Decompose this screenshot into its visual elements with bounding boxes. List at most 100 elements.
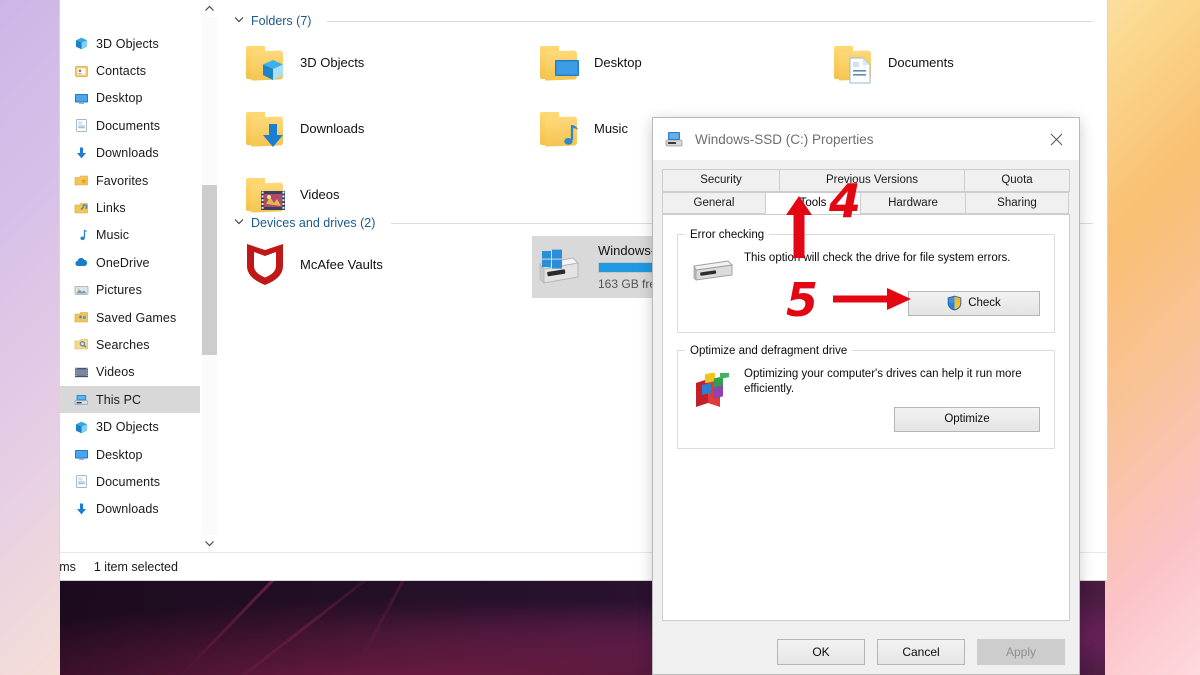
folder-tile[interactable]: Documents xyxy=(826,34,1107,90)
tab-sharing[interactable]: Sharing xyxy=(965,191,1069,214)
sidebar-item-label: 3D Objects xyxy=(96,36,159,51)
scrollbar-thumb[interactable] xyxy=(202,185,217,355)
folder-tile-label: Documents xyxy=(888,54,954,70)
folder-tile[interactable]: Videos xyxy=(238,166,528,222)
sidebar-item-label: Documents xyxy=(96,474,161,489)
sidebar-item-documents[interactable]: Documents xyxy=(60,468,200,495)
sidebar-item-saved-games[interactable]: Saved Games xyxy=(60,304,200,331)
folder-downloads-icon xyxy=(244,109,288,147)
chevron-down-icon[interactable] xyxy=(234,16,244,26)
optimize-button-label: Optimize xyxy=(944,413,990,425)
sidebar-item-label: Contacts xyxy=(96,64,147,79)
optimize-description: Optimizing your computer's drives can he… xyxy=(744,367,1022,395)
check-button-label: Check xyxy=(968,297,1001,309)
check-button[interactable]: Check xyxy=(908,290,1040,316)
sidebar-item-desktop[interactable]: Desktop xyxy=(60,441,200,468)
contacts-icon xyxy=(74,64,89,79)
sidebar-item-onedrive[interactable]: OneDrive xyxy=(60,249,200,276)
defrag-icon xyxy=(692,370,736,411)
group-divider xyxy=(327,20,1093,22)
sidebar-item-links[interactable]: Links xyxy=(60,194,200,221)
close-icon[interactable] xyxy=(1033,118,1079,160)
searches-icon xyxy=(74,337,89,352)
ok-button[interactable]: OK xyxy=(777,639,865,665)
sidebar-item-label: Saved Games xyxy=(96,310,177,325)
downloads-icon xyxy=(74,502,89,517)
saved-games-icon xyxy=(74,310,89,325)
videos-icon xyxy=(74,365,89,380)
folder-videos-icon xyxy=(244,175,288,213)
folder-tile[interactable]: Downloads xyxy=(238,100,528,156)
error-checking-legend: Error checking xyxy=(690,228,765,241)
drive-properties-icon xyxy=(665,131,685,147)
tab-hardware[interactable]: Hardware xyxy=(860,191,966,214)
sidebar-item-label: Favorites xyxy=(96,173,149,188)
folder-tile-label: Desktop xyxy=(594,54,642,70)
cancel-button[interactable]: Cancel xyxy=(877,639,965,665)
onedrive-icon xyxy=(74,255,89,270)
tab-label: Sharing xyxy=(997,196,1037,209)
sidebar-item-3d-objects[interactable]: 3D Objects xyxy=(60,30,200,57)
tab-previous-versions[interactable]: Previous Versions xyxy=(779,169,965,192)
sidebar-item-label: Music xyxy=(96,228,130,243)
tab-quota[interactable]: Quota xyxy=(964,169,1070,192)
sidebar-item-label: Desktop xyxy=(96,447,143,462)
annotation-step-5: 5 xyxy=(786,273,819,327)
3d-objects-icon xyxy=(74,36,89,51)
sidebar-item-music[interactable]: Music xyxy=(60,222,200,249)
status-items-count: items xyxy=(60,559,76,574)
dialog-title-bar[interactable]: Windows-SSD (C:) Properties xyxy=(653,118,1079,160)
group-folders-label: Folders (7) xyxy=(251,14,312,28)
folder-tile-label: Videos xyxy=(300,186,340,202)
group-header-folders[interactable]: Folders (7) xyxy=(234,14,1093,28)
apply-button: Apply xyxy=(977,639,1065,665)
error-checking-group: Error checking This option will check th… xyxy=(677,228,1055,333)
sidebar-item-label: Documents xyxy=(96,118,161,133)
cancel-button-label: Cancel xyxy=(902,645,940,659)
this-pc-icon xyxy=(74,392,89,407)
folder-tile-label: Downloads xyxy=(300,120,365,136)
folder-tile[interactable]: 3D Objects xyxy=(238,34,528,90)
tools-tab-page: Error checking This option will check th… xyxy=(662,213,1070,621)
sidebar-item-label: OneDrive xyxy=(96,255,150,270)
sidebar-item-downloads[interactable]: Downloads xyxy=(60,140,200,167)
device-tile[interactable]: McAfee Vaults xyxy=(238,236,528,292)
documents-icon xyxy=(74,118,89,133)
dialog-title: Windows-SSD (C:) Properties xyxy=(695,131,874,147)
scroll-down-icon[interactable] xyxy=(201,535,218,552)
sidebar-item-pictures[interactable]: Pictures xyxy=(60,277,200,304)
music-icon xyxy=(74,228,89,243)
optimize-button[interactable]: Optimize xyxy=(894,406,1040,432)
pictures-icon xyxy=(74,283,89,298)
sidebar-item-this-pc[interactable]: This PC xyxy=(60,386,200,414)
navigation-scrollbar[interactable] xyxy=(200,0,217,552)
sidebar-item-label: 3D Objects xyxy=(96,420,159,435)
sidebar-item-label: Desktop xyxy=(96,91,143,106)
sidebar-item-label: Searches xyxy=(96,337,150,352)
navigation-pane[interactable]: 3D Objects Contacts Desktop Documents Downlo… xyxy=(60,0,200,552)
sidebar-item-searches[interactable]: Searches xyxy=(60,331,200,358)
tab-general[interactable]: General xyxy=(662,191,766,214)
annotation-arrow-5 xyxy=(833,287,911,316)
folder-tile-label: 3D Objects xyxy=(300,54,365,70)
drive-properties-dialog: Windows-SSD (C:) Properties Security Prev… xyxy=(652,117,1080,675)
scroll-up-icon[interactable] xyxy=(201,0,218,17)
local-disk-icon xyxy=(538,245,586,289)
sidebar-item-desktop[interactable]: Desktop xyxy=(60,85,200,112)
sidebar-item-label: Downloads xyxy=(96,502,159,517)
sidebar-item-3d-objects[interactable]: 3D Objects xyxy=(60,413,200,440)
annotation-arrow-4 xyxy=(785,196,813,263)
hard-drive-icon xyxy=(692,257,736,295)
tab-label: Quota xyxy=(1001,174,1033,187)
sidebar-item-label: Videos xyxy=(96,365,135,380)
sidebar-item-favorites[interactable]: Favorites xyxy=(60,167,200,194)
tab-strip[interactable]: Security Previous Versions Quota General To… xyxy=(662,169,1070,214)
sidebar-item-videos[interactable]: Videos xyxy=(60,359,200,386)
folder-tile[interactable]: Desktop xyxy=(532,34,822,90)
tab-security[interactable]: Security xyxy=(662,169,780,192)
folder-desktop-icon xyxy=(538,43,582,81)
sidebar-item-contacts[interactable]: Contacts xyxy=(60,57,200,84)
sidebar-item-downloads[interactable]: Downloads xyxy=(60,496,200,523)
sidebar-item-label: This PC xyxy=(96,392,142,407)
sidebar-item-documents[interactable]: Documents xyxy=(60,112,200,139)
